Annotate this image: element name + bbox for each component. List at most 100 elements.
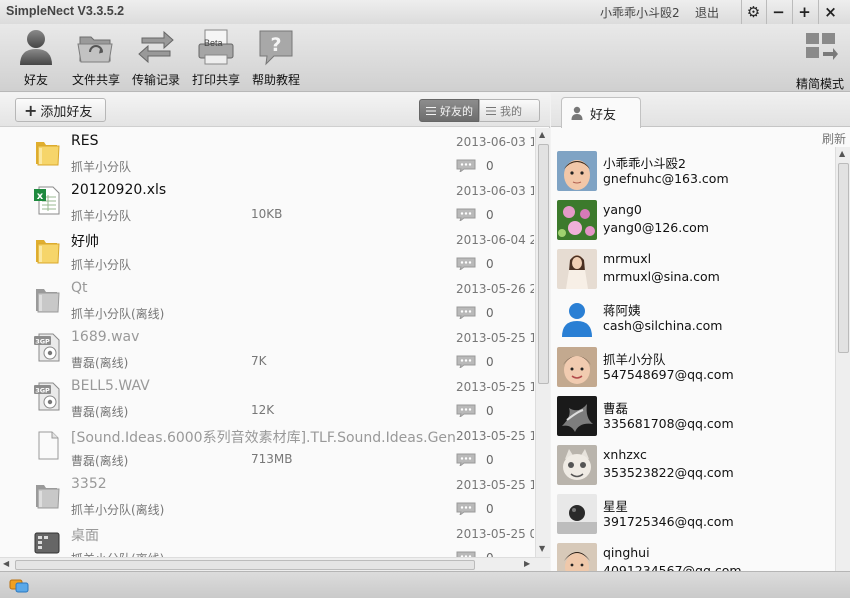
file-date: 2013-05-25 1: [456, 429, 534, 443]
file-list-vertical-scrollbar[interactable]: ▲ ▼: [535, 128, 550, 557]
friend-item[interactable]: 抓羊小分队 547548697@qq.com: [551, 343, 834, 392]
avatar: [557, 494, 597, 534]
friend-item[interactable]: 蒋阿姨 cash@silchina.com: [551, 294, 834, 343]
gear-icon: ⚙: [746, 3, 761, 21]
comment-icon[interactable]: [456, 159, 476, 174]
friend-item[interactable]: 曹磊 335681708@qq.com: [551, 392, 834, 441]
friends-icon: [20, 30, 52, 65]
logout-link[interactable]: 退出: [695, 4, 719, 21]
file-name: 3352: [71, 476, 107, 492]
file-owner: 抓羊小分队(离线): [71, 307, 165, 321]
maximize-button[interactable]: +: [792, 0, 816, 24]
scrollbar-thumb[interactable]: [15, 560, 475, 570]
friend-item[interactable]: xnhzxc 353523822@qq.com: [551, 441, 834, 490]
file-name: 20120920.xls: [71, 182, 167, 198]
add-friend-button[interactable]: + 添加好友: [15, 98, 106, 122]
file-owner: 抓羊小分队: [71, 160, 132, 174]
main-toolbar: 好友 文件共享 传输记录 Beta 打印共享 ? 帮助教程 精简模式: [0, 24, 850, 92]
beta-badge: Beta: [204, 38, 223, 48]
friend-item[interactable]: qinghui 4091234567@qq.com: [551, 539, 834, 571]
file-row[interactable]: [Sound.Ideas.6000系列音效素材库].TLF.Sound.Idea…: [0, 422, 534, 471]
file-row[interactable]: 桌面抓羊小分队(离线)2013-05-25 00: [0, 520, 534, 557]
file-row[interactable]: x 20120920.xls 抓羊小分队 10KB 2013-06-03 1 0: [0, 177, 534, 226]
scroll-down-arrow-icon[interactable]: ▼: [539, 544, 545, 553]
scroll-up-arrow-icon[interactable]: ▲: [539, 130, 545, 139]
comment-count: 0: [486, 355, 494, 369]
file-list-horizontal-scrollbar[interactable]: ◀ ▶: [0, 557, 550, 571]
comment-count: 0: [486, 502, 494, 516]
file-name: 好帅: [71, 234, 99, 250]
svg-text:3GP: 3GP: [35, 337, 50, 345]
file-date: 2013-05-25 1: [456, 478, 534, 492]
comment-icon[interactable]: [456, 257, 476, 272]
comment-icon[interactable]: [456, 306, 476, 321]
file-list: RES 抓羊小分队 2013-06-03 1 0 x 20120920.xls 抓羊小分队 1…: [0, 128, 534, 557]
simple-mode-button[interactable]: 精简模式: [790, 26, 850, 91]
file-owner: 抓羊小分队(离线): [71, 550, 164, 557]
desktop-icon: [33, 528, 61, 557]
file-share-icon: [77, 36, 113, 63]
friend-item[interactable]: 星星 391725346@qq.com: [551, 490, 834, 539]
folder-icon: [33, 136, 61, 166]
file-row[interactable]: RES 抓羊小分队 2013-06-03 1 0: [0, 128, 534, 177]
comment-icon[interactable]: [456, 208, 476, 223]
friends-panel-header: 好友: [551, 93, 850, 128]
settings-button[interactable]: ⚙: [741, 0, 765, 24]
title-bar: SimpleNect V3.3.5.2 小乖乖小斗殴2 退出 ⚙ − + ×: [0, 0, 850, 24]
scrollbar-thumb[interactable]: [538, 144, 549, 384]
friend-name: 曹磊: [603, 401, 629, 416]
minimize-icon: −: [772, 3, 785, 21]
avatar: [557, 396, 597, 436]
comment-icon[interactable]: [456, 404, 476, 419]
friend-item[interactable]: yang0 yang0@126.com: [551, 196, 834, 245]
friend-list-scrollbar[interactable]: ▲: [835, 147, 850, 571]
toolbar-file-share-button[interactable]: 文件共享: [67, 26, 125, 90]
toolbar-print-share-button[interactable]: Beta 打印共享: [187, 26, 245, 90]
comment-count: 0: [486, 159, 494, 173]
folder-icon: [33, 234, 61, 264]
plus-icon: +: [24, 100, 38, 120]
avatar: [557, 347, 597, 387]
scrollbar-thumb[interactable]: [838, 163, 849, 353]
friend-name: mrmuxl: [603, 251, 652, 266]
toolbar-help-button[interactable]: ? 帮助教程: [247, 26, 305, 90]
scroll-up-arrow-icon[interactable]: ▲: [839, 149, 845, 158]
toolbar-transfer-button[interactable]: 传输记录: [127, 26, 185, 90]
person-icon: [571, 106, 583, 120]
friend-item[interactable]: 小乖乖小斗殴2 gnefnuhc@163.com: [551, 147, 834, 196]
file-row[interactable]: 3GP 1689.wav 曹磊(离线) 7K 2013-05-25 1 0: [0, 324, 534, 373]
file-row[interactable]: 好帅 抓羊小分队 2013-06-04 2 0: [0, 226, 534, 275]
help-icon: ?: [259, 30, 293, 66]
refresh-link[interactable]: 刷新: [822, 130, 846, 147]
file-row[interactable]: 3GP BELL5.WAV 曹磊(离线) 12K 2013-05-25 1 0: [0, 373, 534, 422]
friend-email: 4091234567@qq.com: [603, 563, 742, 571]
avatar: [557, 543, 597, 571]
friend-name: 小乖乖小斗殴2: [603, 156, 686, 171]
tab-friends[interactable]: 好友: [561, 97, 641, 128]
friend-item[interactable]: mrmuxl mrmuxl@sina.com: [551, 245, 834, 294]
comment-icon[interactable]: [456, 502, 476, 517]
file-owner: 曹磊(离线): [71, 405, 129, 419]
file-name: [Sound.Ideas.6000系列音效素材库].TLF.Sound.Idea…: [71, 430, 456, 446]
file-name: 1689.wav: [71, 329, 140, 345]
tab-my-files[interactable]: 我的: [479, 99, 540, 122]
friend-email: 391725346@qq.com: [603, 514, 734, 529]
scroll-left-arrow-icon[interactable]: ◀: [3, 559, 9, 568]
avatar: [557, 151, 597, 191]
file-date: 2013-06-04 2: [456, 233, 534, 247]
file-row[interactable]: Qt 抓羊小分队(离线) 2013-05-26 2 0: [0, 275, 534, 324]
scroll-right-arrow-icon[interactable]: ▶: [524, 559, 530, 568]
minimize-button[interactable]: −: [766, 0, 790, 24]
comment-icon[interactable]: [456, 453, 476, 468]
file-size: 10KB: [251, 207, 283, 221]
avatar: [557, 200, 597, 240]
document-icon: [33, 430, 61, 460]
close-button[interactable]: ×: [818, 0, 842, 24]
file-row[interactable]: 3352 抓羊小分队(离线) 2013-05-25 1 0: [0, 471, 534, 520]
network-status-icon[interactable]: [9, 577, 29, 593]
maximize-icon: +: [798, 3, 811, 21]
toolbar-friends-button[interactable]: 好友: [7, 26, 65, 90]
comment-icon[interactable]: [456, 355, 476, 370]
audio-file-icon: 3GP: [33, 332, 61, 362]
tab-friends-files[interactable]: 好友的: [419, 99, 479, 122]
